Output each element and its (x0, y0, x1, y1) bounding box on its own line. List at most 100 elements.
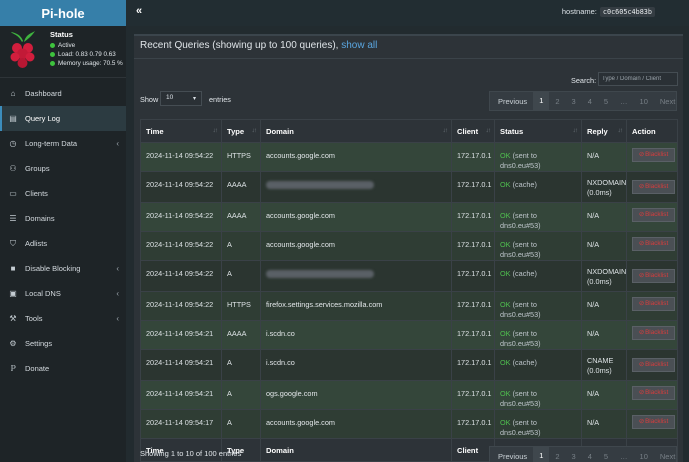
pihole-logo[interactable]: Pi-hole (0, 0, 126, 26)
pagination-page[interactable]: 5 (598, 97, 614, 106)
sidebar-item-clients[interactable]: ▭ Clients (0, 181, 126, 206)
sidebar-item-local-dns[interactable]: ▣ Local DNS ‹ (0, 281, 126, 306)
blacklist-button[interactable]: ⊘Blacklist (632, 269, 675, 283)
domain-text: ogs.google.com (266, 389, 318, 398)
cell-client[interactable]: 172.17.0.1 (451, 349, 495, 381)
blacklist-button[interactable]: ⊘Blacklist (632, 237, 675, 251)
cell-domain[interactable] (260, 171, 452, 203)
pagination-page[interactable]: 1 (533, 447, 550, 462)
blacklist-button[interactable]: ⊘Blacklist (632, 386, 675, 400)
column-header-status[interactable]: Status ↓↑ (494, 119, 582, 143)
status-load-text: Load: 0.83 0.79 0.63 (58, 51, 116, 58)
sidebar-item-query-log[interactable]: ▤ Query Log (0, 106, 126, 131)
show-all-link[interactable]: show all (341, 40, 377, 51)
cell-client[interactable]: 172.17.0.1 (451, 291, 495, 321)
sidebar-toggle-button[interactable]: « (136, 5, 142, 17)
pagination-previous[interactable]: Previous (490, 452, 533, 461)
column-header-time[interactable]: Time ↓↑ (140, 119, 222, 143)
pagination-page[interactable]: 2 (549, 452, 565, 461)
sidebar-item-label: Groups (25, 164, 50, 173)
blacklist-button[interactable]: ⊘Blacklist (632, 326, 675, 340)
pagination-top: Previous 1 2 3 4 5 … 10 Next (489, 91, 677, 111)
entries-select[interactable]: 10 ▾ (160, 91, 202, 106)
pagination-page[interactable]: 10 (634, 97, 654, 106)
column-header-client[interactable]: Client ↓↑ (451, 119, 495, 143)
pagination-page[interactable]: 5 (598, 452, 614, 461)
cell-client[interactable]: 172.17.0.1 (451, 409, 495, 439)
list-icon: ☰ (9, 214, 17, 223)
blacklist-button[interactable]: ⊘Blacklist (632, 208, 675, 222)
cell-status: OK (sent to dns0.eu#53) (494, 320, 582, 350)
cell-status: OK (sent to dns0.eu#53) (494, 291, 582, 321)
status-ok: OK (500, 389, 511, 398)
sidebar-item-long-term-data[interactable]: ◷ Long-term Data ‹ (0, 131, 126, 156)
cell-domain[interactable]: ogs.google.com (260, 380, 452, 410)
status-ok: OK (500, 300, 511, 309)
cell-domain[interactable]: accounts.google.com (260, 409, 452, 439)
pagination-previous[interactable]: Previous (490, 97, 533, 106)
cell-client[interactable]: 172.17.0.1 (451, 380, 495, 410)
blacklist-button[interactable]: ⊘Blacklist (632, 358, 675, 372)
main-content: Recent Queries (showing up to 100 querie… (126, 26, 689, 462)
sidebar-item-domains[interactable]: ☰ Domains (0, 206, 126, 231)
blacklist-button[interactable]: ⊘Blacklist (632, 297, 675, 311)
sidebar-item-groups[interactable]: ⚇ Groups (0, 156, 126, 181)
cell-type: AAAA (221, 320, 261, 350)
search-input[interactable] (598, 72, 678, 86)
column-header-type[interactable]: Type ↓↑ (221, 119, 261, 143)
reply-type: NXDOMAIN (587, 267, 627, 276)
pagination-page[interactable]: 3 (566, 97, 582, 106)
cell-action: ⊘Blacklist (626, 142, 678, 172)
cell-action: ⊘Blacklist (626, 260, 678, 292)
cell-action: ⊘Blacklist (626, 202, 678, 232)
domain-text: i.scdn.co (266, 358, 295, 367)
blacklist-button[interactable]: ⊘Blacklist (632, 415, 675, 429)
ban-icon: ⊘ (638, 240, 645, 247)
table-row: 2024-11-14 09:54:22 HTTPS accounts.google.… (140, 142, 678, 172)
cell-client[interactable]: 172.17.0.1 (451, 260, 495, 292)
ban-icon: ⊘ (638, 418, 645, 425)
cell-domain[interactable]: accounts.google.com (260, 231, 452, 261)
sidebar-item-adlists[interactable]: ⛉ Adlists (0, 231, 126, 256)
cell-client[interactable]: 172.17.0.1 (451, 202, 495, 232)
sidebar-item-donate[interactable]: ℙ Donate (0, 356, 126, 381)
cell-reply: CNAME (0.0ms) (581, 349, 627, 381)
blacklist-label: Blacklist (645, 329, 669, 336)
cell-client[interactable]: 172.17.0.1 (451, 142, 495, 172)
cell-action: ⊘Blacklist (626, 231, 678, 261)
cell-domain[interactable]: accounts.google.com (260, 142, 452, 172)
pagination-page[interactable]: 4 (582, 452, 598, 461)
cell-domain[interactable] (260, 260, 452, 292)
pagination-page[interactable]: 4 (582, 97, 598, 106)
box-title-text: Recent Queries (showing up to 100 querie… (140, 40, 342, 51)
pagination-page[interactable]: 2 (549, 97, 565, 106)
load-dot-icon (50, 52, 55, 57)
cell-client[interactable]: 172.17.0.1 (451, 171, 495, 203)
cell-client[interactable]: 172.17.0.1 (451, 231, 495, 261)
status-active-text: Active (58, 42, 76, 49)
sidebar-item-tools[interactable]: ⚒ Tools ‹ (0, 306, 126, 331)
blacklist-button[interactable]: ⊘Blacklist (632, 148, 675, 162)
sidebar-item-settings[interactable]: ⚙ Settings (0, 331, 126, 356)
blacklist-label: Blacklist (645, 418, 669, 425)
sidebar-item-dashboard[interactable]: ⌂ Dashboard (0, 81, 126, 106)
pagination-next[interactable]: Next (654, 452, 681, 461)
cell-client[interactable]: 172.17.0.1 (451, 320, 495, 350)
sidebar-item-label: Query Log (25, 114, 61, 123)
entries-select-value: 10 (166, 94, 174, 101)
cell-domain[interactable]: i.scdn.co (260, 349, 452, 381)
sidebar-item-label: Tools (25, 314, 43, 323)
blacklist-button[interactable]: ⊘Blacklist (632, 180, 675, 194)
cell-domain[interactable]: i.scdn.co (260, 320, 452, 350)
sidebar-item-disable-blocking[interactable]: ■ Disable Blocking ‹ (0, 256, 126, 281)
cell-domain[interactable]: firefox.settings.services.mozilla.com (260, 291, 452, 321)
pagination-page[interactable]: 3 (566, 452, 582, 461)
column-header-domain[interactable]: Domain ↓↑ (260, 119, 452, 143)
pagination-page[interactable]: 10 (634, 452, 654, 461)
cell-action: ⊘Blacklist (626, 291, 678, 321)
pagination-next[interactable]: Next (654, 97, 681, 106)
table-row: 2024-11-14 09:54:21 Aogs.google.com 172.17… (140, 380, 678, 410)
pagination-page[interactable]: 1 (533, 92, 550, 110)
column-header-reply[interactable]: Reply ↓↑ (581, 119, 627, 143)
cell-domain[interactable]: accounts.google.com (260, 202, 452, 232)
